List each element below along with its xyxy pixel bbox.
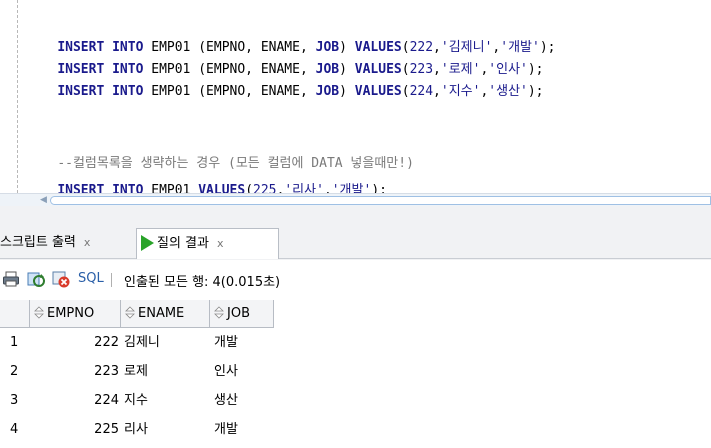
code-line-1[interactable]: INSERT INTO EMP01 (EMPNO, ENAME, JOB) VA… — [26, 15, 555, 55]
keyword: INSERT — [57, 84, 105, 99]
paren: ) — [339, 84, 347, 99]
refresh-icon[interactable] — [27, 270, 45, 288]
tab-query-result[interactable]: 질의 결과 x — [136, 228, 279, 259]
statement-end: ); — [527, 84, 544, 99]
cell-empno[interactable]: 223 — [30, 358, 121, 386]
column-header-empno[interactable]: EMPNO — [30, 300, 121, 328]
row-number: 3 — [10, 393, 19, 408]
sql-editor[interactable]: INSERT INTO EMP01 (EMPNO, ENAME, JOB) VA… — [0, 0, 711, 198]
column-list: (EMPNO, ENAME, — [198, 84, 316, 99]
header-label: JOB — [227, 306, 250, 321]
code-comment-line[interactable]: --컬럼목록을 생략하는 경우 (모든 컬럼에 DATA 넣을때만!) — [26, 131, 414, 171]
row-number: 2 — [10, 364, 19, 379]
cell-job[interactable]: 개발 — [210, 416, 274, 444]
cell-job[interactable]: 인사 — [210, 358, 274, 386]
row-number: 4 — [10, 422, 19, 437]
table-row[interactable]: 3 224 지수 생산 — [0, 387, 711, 415]
cell-job[interactable]: 생산 — [210, 387, 274, 415]
close-icon[interactable]: x — [84, 236, 91, 249]
cell-ename[interactable]: 로제 — [121, 358, 210, 386]
code-line-4[interactable]: INSERT INTO EMP01 VALUES(225,'리사','개발'); — [26, 158, 387, 198]
fetch-status-text: 인출된 모든 행: 4(0.015초) — [124, 275, 281, 290]
print-icon[interactable] — [2, 270, 20, 288]
code-line-2[interactable]: INSERT INTO EMP01 (EMPNO, ENAME, JOB) VA… — [26, 37, 543, 77]
table-name: EMP01 — [151, 84, 191, 99]
sql-view-button[interactable]: SQL — [78, 271, 104, 286]
editor-gutter — [17, 0, 18, 193]
keyword: VALUES — [354, 84, 402, 99]
grid-header-row: EMPNO ENAME JOB — [0, 300, 711, 328]
string-literal: '지수' — [440, 84, 481, 99]
close-icon[interactable]: x — [217, 237, 224, 250]
column-header-ename[interactable]: ENAME — [121, 300, 210, 328]
run-play-icon — [141, 234, 154, 251]
cell-empno[interactable]: 222 — [30, 329, 121, 357]
string-literal: '생산' — [488, 84, 528, 99]
cell-job[interactable]: 개발 — [210, 329, 274, 357]
paren: ( — [401, 84, 410, 99]
keyword: JOB — [315, 84, 340, 99]
cell-ename[interactable]: 리사 — [121, 416, 210, 444]
table-row[interactable]: 2 223 로제 인사 — [0, 358, 711, 386]
tab-label: 스크립트 출력 — [0, 235, 76, 250]
tab-label: 질의 결과 — [157, 236, 209, 251]
scroll-left-icon[interactable]: ◀ — [40, 195, 47, 205]
header-label: ENAME — [138, 306, 185, 321]
row-number-header — [0, 300, 30, 328]
cell-empno[interactable]: 225 — [30, 416, 121, 444]
results-panel: 스크립트 출력 x 질의 결과 x SQL 인출된 모든 행: 4(0.015초) — [0, 206, 711, 448]
sort-icon — [34, 306, 44, 319]
header-label: EMPNO — [47, 306, 95, 321]
results-tab-bar: 스크립트 출력 x 질의 결과 x — [0, 206, 711, 259]
table-row[interactable]: 1 222 김제니 개발 — [0, 329, 711, 357]
cell-empno[interactable]: 224 — [30, 387, 121, 415]
results-toolbar: SQL 인출된 모든 행: 4(0.015초) — [0, 260, 711, 300]
table-row[interactable]: 4 225 리사 개발 — [0, 416, 711, 444]
keyword: INTO — [112, 84, 144, 99]
sort-icon — [214, 306, 224, 319]
sort-icon — [125, 306, 135, 319]
column-header-job[interactable]: JOB — [210, 300, 274, 328]
scrollbar-thumb[interactable] — [50, 196, 711, 205]
code-line-3[interactable]: INSERT INTO EMP01 (EMPNO, ENAME, JOB) VA… — [26, 59, 543, 99]
row-number: 1 — [10, 335, 19, 350]
cancel-fetch-icon[interactable] — [52, 270, 70, 288]
editor-horizontal-scrollbar[interactable]: ◀ — [0, 193, 711, 206]
number-literal: 224 — [409, 84, 434, 99]
toolbar-divider — [111, 273, 112, 287]
cell-ename[interactable]: 지수 — [121, 387, 210, 415]
result-grid[interactable]: EMPNO ENAME JOB 1 222 김제니 개발 2 223 로제 인사… — [0, 300, 711, 448]
tab-script-output[interactable]: 스크립트 출력 x — [0, 228, 133, 259]
cell-ename[interactable]: 김제니 — [121, 329, 210, 357]
